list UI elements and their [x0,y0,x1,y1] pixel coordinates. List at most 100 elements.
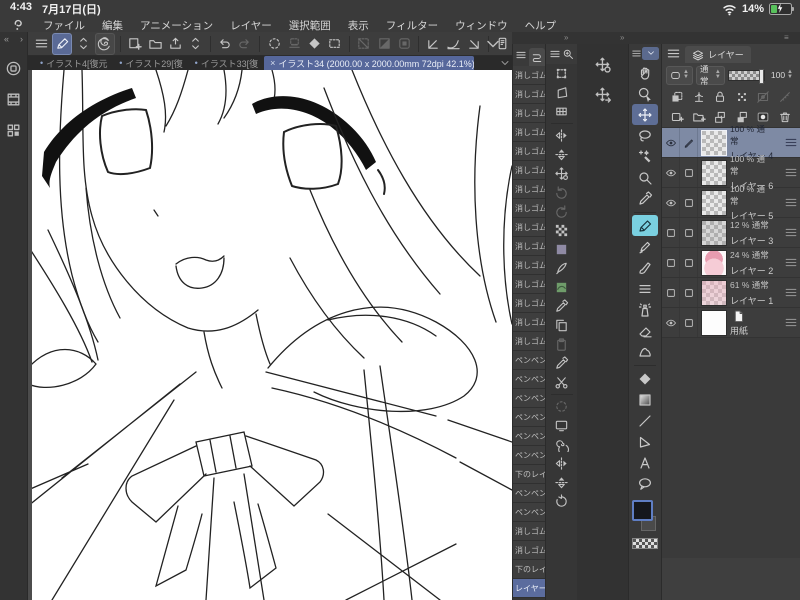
history-entry[interactable]: 消しゴム消し [513,256,545,275]
history-entry[interactable]: 消しゴム消し [513,85,545,104]
newlayer-icon[interactable] [670,110,684,124]
workspace-icon[interactable] [5,122,22,139]
history-entry[interactable]: ペンペン注 [513,389,545,408]
panel-menu-icon[interactable]: ≡ [784,33,789,42]
edit-strip-button[interactable] [549,316,575,335]
tool-button[interactable] [632,473,658,494]
rulerdim-icon[interactable] [778,90,792,104]
edit-strip-button[interactable] [549,102,575,121]
tool-palette-menu-icon[interactable] [631,48,642,59]
transparent-color-swatch[interactable] [632,538,658,549]
toolbar-button[interactable] [326,34,344,54]
layer-row[interactable]: 用紙 [662,308,800,338]
history-entry[interactable]: ペンペン注 [513,484,545,503]
layer-thumbnail[interactable] [701,129,727,156]
history-entry[interactable]: 消しゴム消し [513,522,545,541]
layer-visibility-toggle[interactable] [662,218,680,247]
opacity-stepper[interactable]: 100 ▲ ▼ [768,67,796,84]
toolbar-button[interactable] [74,34,92,54]
toolbar-button[interactable] [146,34,164,54]
layer-visibility-toggle[interactable] [662,158,680,187]
quick-access-icon[interactable] [5,60,22,77]
layer-row-menu-icon[interactable] [784,285,798,300]
layer-visibility-toggle[interactable] [662,128,680,157]
toolbar-button[interactable] [285,34,303,54]
menu-item[interactable]: ヘルプ [525,18,557,33]
history-entry[interactable]: ペンペン注 [513,503,545,522]
history-tab[interactable] [529,48,545,66]
edit-strip-button[interactable] [549,335,575,354]
toolbar-button[interactable] [209,35,211,52]
tool-button[interactable] [632,410,658,431]
toolbar-expand-chevron-icon[interactable] [482,34,504,54]
tool-button[interactable] [632,389,658,410]
toolbar-button[interactable] [166,34,184,54]
canvas-viewport[interactable] [28,70,512,600]
history-entry[interactable]: 消しゴム消し [513,294,545,313]
canvas-tab[interactable]: × イラスト34 (2000.00 x 2000.00mm 72dpi 42.1… [264,56,474,70]
edit-strip-button[interactable] [549,240,575,259]
layer-row-menu-icon[interactable] [784,315,798,330]
layer-color-button[interactable]: ▲ ▼ [666,65,693,85]
layer-thumbnail[interactable] [701,249,727,276]
layer-visibility-toggle[interactable] [662,308,680,337]
toolbar-button[interactable] [395,34,413,54]
toolbar-button[interactable] [94,32,115,55]
tool-button[interactable] [632,431,658,452]
opacity-slider[interactable] [727,68,765,84]
edit-strip-button[interactable] [549,297,575,316]
menu-item[interactable]: ファイル [43,18,85,33]
layer-edit-target-toggle[interactable] [680,248,698,277]
tool-button[interactable] [632,167,658,188]
edit-strip-button[interactable] [549,492,575,511]
collapse-right-icon[interactable]: › [20,34,23,44]
history-entry[interactable]: 消しゴム消し [513,161,545,180]
toolbar-button[interactable] [355,34,373,54]
history-entry[interactable]: 消しゴム消し [513,142,545,161]
tool-button[interactable] [632,236,658,257]
history-entry[interactable]: 消しゴム消し [513,313,545,332]
history-entry[interactable]: 消しゴム消し [513,104,545,123]
history-entry[interactable]: 消しゴム消し [513,123,545,142]
menu-item[interactable]: ウィンドウ [455,18,508,33]
history-entry[interactable]: ペンペン注 [513,408,545,427]
tab-marker-icon[interactable]: • [119,58,122,68]
edit-strip-button[interactable] [549,473,575,492]
menu-item[interactable]: アニメーション [140,18,213,33]
tool-button[interactable] [632,320,658,341]
tool-button[interactable] [632,257,658,278]
canvas-tab[interactable]: • イラスト29[復 [113,56,186,70]
menu-item[interactable]: フィルター [386,18,438,33]
edit-strip-button[interactable] [549,435,575,454]
trash-icon[interactable] [778,110,792,124]
tool-button[interactable] [632,125,658,146]
toolbar-button[interactable] [186,34,204,54]
zoom-search-icon[interactable] [562,48,574,60]
canvas-tab[interactable]: • イラスト4[復元 [34,56,111,70]
history-entry[interactable]: 消しゴム消し [513,218,545,237]
toolbar-button[interactable] [119,35,121,52]
layer-row-menu-icon[interactable] [784,135,798,150]
history-entry[interactable]: 消しゴム消し [513,66,545,85]
layer-edit-target-toggle[interactable] [680,188,698,217]
toolbar-button[interactable] [265,34,283,54]
layer-thumbnail[interactable] [701,189,727,216]
edit-strip-button[interactable] [549,145,575,164]
toolbar-button[interactable] [259,35,260,52]
edit-strip-button[interactable] [549,416,575,435]
history-entry[interactable]: ペンペン注 [513,370,545,389]
layer-row-menu-icon[interactable] [784,195,798,210]
menu-item[interactable]: レイヤー [230,18,272,33]
layer-panel-menu-icon[interactable] [666,46,681,61]
opacity-slider-handle[interactable] [758,68,764,84]
timeline-icon[interactable] [5,91,22,108]
maskcircle-icon[interactable] [756,110,770,124]
tool-button[interactable] [632,299,658,320]
history-entry[interactable]: 消しゴム消し [513,237,545,256]
edit-strip-button[interactable] [549,454,575,473]
toolbar-button[interactable] [444,34,462,54]
layer-row-menu-icon[interactable] [784,255,798,270]
history-entry[interactable]: ペンペン注 [513,427,545,446]
edit-strip-button[interactable] [549,64,575,83]
layer-edit-target-toggle[interactable] [680,218,698,247]
